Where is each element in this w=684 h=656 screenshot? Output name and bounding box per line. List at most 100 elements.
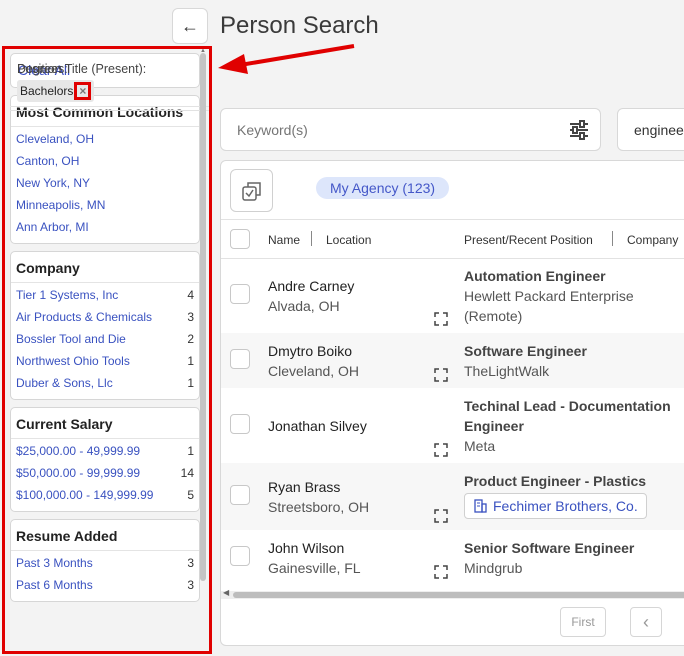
facet-count: 14 <box>180 466 194 480</box>
position-title: Automation Engineer <box>464 268 606 284</box>
facet-count: 1 <box>187 376 194 390</box>
table-row[interactable]: Dmytro Boiko Cleveland, OH Software Engi… <box>221 333 684 388</box>
facet-item[interactable]: Cleveland, OH <box>16 129 194 151</box>
prev-page-button[interactable]: ‹ <box>630 607 662 637</box>
section-salary: Current Salary $25,000.00 - 49,999.99 1 $… <box>10 407 200 512</box>
facet-count: 3 <box>187 310 194 324</box>
sidebar-scrollbar[interactable] <box>200 53 206 581</box>
facet-label: Northwest Ohio Tools <box>16 354 130 368</box>
expand-icon[interactable] <box>434 565 448 579</box>
company-name: Fechimer Brothers, Co. <box>493 498 638 514</box>
candidate-location: Cleveland, OH <box>268 363 360 379</box>
keyword-input[interactable] <box>237 122 537 138</box>
col-position[interactable]: Present/Recent Position <box>464 233 593 247</box>
scroll-left-icon[interactable]: ◀ <box>223 588 229 597</box>
facet-count: 5 <box>187 488 194 502</box>
row-checkbox[interactable] <box>230 485 250 505</box>
facet-item[interactable]: Ann Arbor, MI <box>16 217 194 239</box>
table-row[interactable]: Ryan Brass Streetsboro, OH Product Engin… <box>221 463 684 530</box>
remove-chip-icon[interactable]: × <box>74 82 92 100</box>
section-company: Company Tier 1 Systems, Inc 4 Air Product… <box>10 251 200 400</box>
facet-label: Ann Arbor, MI <box>16 220 89 234</box>
facet-count: 3 <box>187 578 194 592</box>
facet-item[interactable]: $25,000.00 - 49,999.99 1 <box>16 441 194 463</box>
section-title: Resume Added <box>11 520 199 551</box>
col-company[interactable]: Company <box>627 233 678 247</box>
scroll-thumb[interactable] <box>233 592 684 598</box>
facet-label: Air Products & Chemicals <box>16 310 153 324</box>
facet-item[interactable]: Bossler Tool and Die 2 <box>16 329 194 351</box>
back-button[interactable]: ← <box>172 8 208 44</box>
facet-item[interactable]: New York, NY <box>16 173 194 195</box>
position-input[interactable]: engineer <box>617 108 684 151</box>
facet-item[interactable]: Minneapolis, MN <box>16 195 194 217</box>
expand-icon[interactable] <box>434 368 448 382</box>
row-checkbox[interactable] <box>230 349 250 369</box>
filter-chip: Bachelors × <box>17 80 95 102</box>
tab-my-agency[interactable]: My Agency (123) <box>316 177 450 199</box>
row-checkbox[interactable] <box>230 414 250 434</box>
facet-label: Tier 1 Systems, Inc <box>16 288 119 302</box>
facet-item[interactable]: Past 6 Months 3 <box>16 575 194 597</box>
row-checkbox[interactable] <box>230 546 250 566</box>
column-divider <box>612 231 613 246</box>
facet-item[interactable]: Past 3 Months 3 <box>16 553 194 575</box>
candidate-location: Gainesville, FL <box>268 560 361 576</box>
candidate-name[interactable]: Jonathan Silvey <box>268 418 367 434</box>
company-name: Meta <box>464 438 496 454</box>
candidate-name[interactable]: Ryan Brass <box>268 479 340 495</box>
col-name[interactable]: Name <box>268 233 300 247</box>
filter-label: Degrees: <box>17 62 68 76</box>
table-row[interactable]: John Wilson Gainesville, FL Senior Softw… <box>221 530 684 591</box>
facet-count: 4 <box>187 288 194 302</box>
active-filters: Position Title (Present): engineer × Deg… <box>10 53 209 111</box>
annotation-arrow-icon <box>218 44 355 74</box>
arrow-left-icon: ← <box>181 15 199 36</box>
section-title: Current Salary <box>11 408 199 439</box>
company-link-chip[interactable]: Fechimer Brothers, Co. <box>464 493 647 519</box>
facet-item[interactable]: Tier 1 Systems, Inc 4 <box>16 285 194 307</box>
facet-count: 1 <box>187 354 194 368</box>
expand-icon[interactable] <box>434 509 448 523</box>
facet-label: Minneapolis, MN <box>16 198 106 212</box>
expand-icon[interactable] <box>434 443 448 457</box>
candidate-name[interactable]: Andre Carney <box>268 278 354 294</box>
company-name: Hewlett Packard Enterprise (Remote) <box>464 288 634 324</box>
multi-select-icon <box>241 181 261 201</box>
facet-label: Canton, OH <box>16 154 80 168</box>
facet-label: Bossler Tool and Die <box>16 332 126 346</box>
facet-count: 3 <box>187 556 194 570</box>
facet-label: Cleveland, OH <box>16 132 95 146</box>
company-name: TheLightWalk <box>464 363 550 379</box>
sliders-icon[interactable] <box>568 119 590 141</box>
keyword-search-box[interactable] <box>220 108 601 151</box>
horizontal-scrollbar[interactable]: ◀ <box>221 588 684 599</box>
facet-item[interactable]: Air Products & Chemicals 3 <box>16 307 194 329</box>
results-panel: My Agency (123) Name Location Present/Re… <box>220 160 684 646</box>
facet-label: $100,000.00 - 149,999.99 <box>16 488 154 502</box>
facet-item[interactable]: Duber & Sons, Llc 1 <box>16 373 194 395</box>
section-title: Company <box>11 252 199 283</box>
facet-count: 1 <box>187 444 194 458</box>
expand-icon[interactable] <box>434 312 448 326</box>
table-row[interactable]: Jonathan Silvey Techinal Lead - Document… <box>221 388 684 463</box>
facet-item[interactable]: Northwest Ohio Tools 1 <box>16 351 194 373</box>
position-title: Senior Software Engineer <box>464 540 635 556</box>
select-all-checkbox[interactable] <box>230 229 250 249</box>
candidate-name[interactable]: Dmytro Boiko <box>268 343 352 359</box>
facet-label: $25,000.00 - 49,999.99 <box>16 444 141 458</box>
company-name: Mindgrub <box>464 560 523 576</box>
table-header: Name Location Present/Recent Position Co… <box>221 219 684 259</box>
select-mode-button[interactable] <box>230 169 273 212</box>
first-page-button[interactable]: First <box>560 607 606 637</box>
position-title: Product Engineer - Plastics <box>464 473 647 489</box>
col-location[interactable]: Location <box>326 233 371 247</box>
building-icon <box>474 499 487 513</box>
position-title: Software Engineer <box>464 343 587 359</box>
facet-item[interactable]: $50,000.00 - 99,999.99 14 <box>16 463 194 485</box>
candidate-name[interactable]: John Wilson <box>268 540 344 556</box>
table-row[interactable]: Andre Carney Alvada, OH Automation Engin… <box>221 260 684 333</box>
row-checkbox[interactable] <box>230 284 250 304</box>
facet-item[interactable]: Canton, OH <box>16 151 194 173</box>
facet-item[interactable]: $100,000.00 - 149,999.99 5 <box>16 485 194 507</box>
